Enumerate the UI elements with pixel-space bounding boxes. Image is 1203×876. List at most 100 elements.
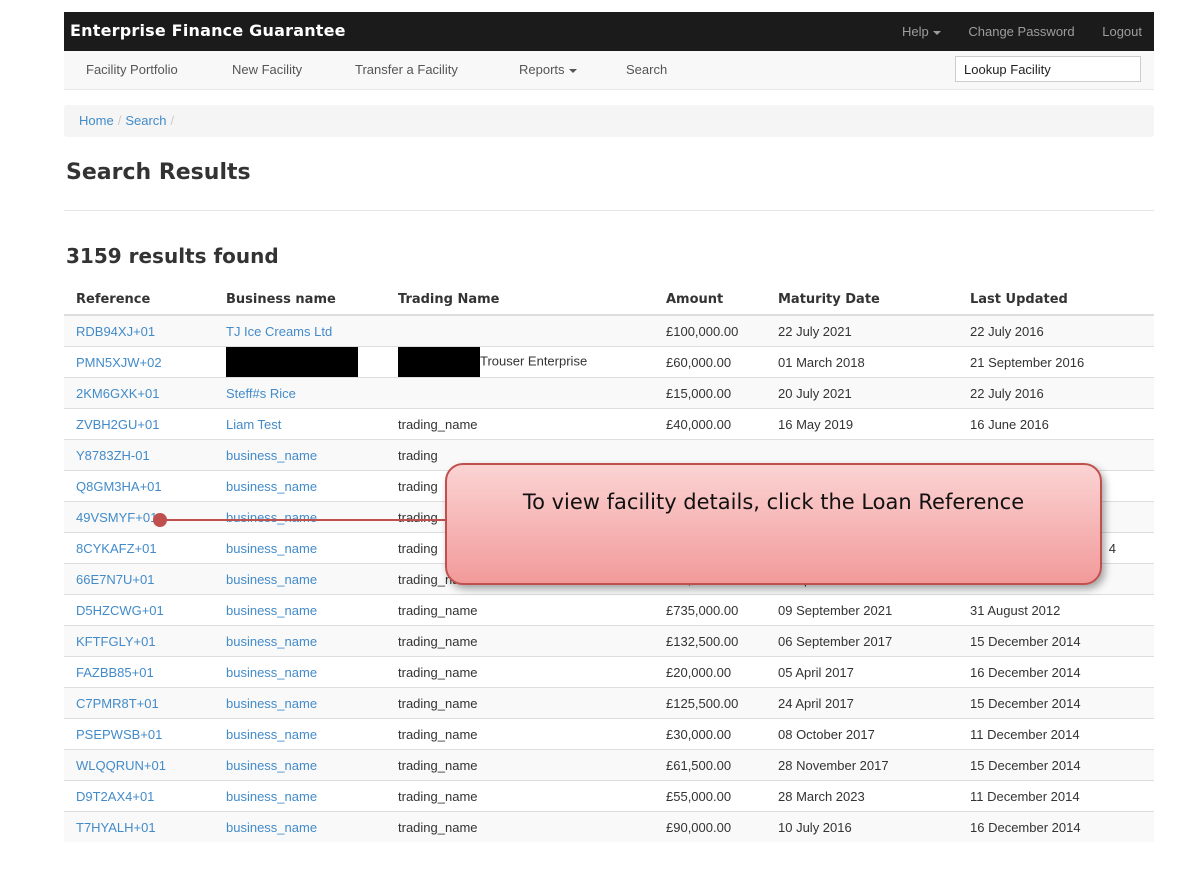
business-name-link[interactable]: business_name — [226, 603, 317, 618]
last-updated-cell: 16 December 2014 — [958, 656, 1154, 688]
loan-reference-link[interactable]: D9T2AX4+01 — [76, 789, 154, 804]
maturity-date-cell: 20 July 2021 — [766, 377, 958, 409]
loan-reference-link[interactable]: ZVBH2GU+01 — [76, 417, 159, 432]
table-row: PSEPWSB+01 business_name trading_name £3… — [64, 718, 1154, 750]
table-row: D5HZCWG+01 business_name trading_name £7… — [64, 594, 1154, 626]
business-name-link[interactable]: business_name — [226, 820, 317, 835]
last-updated-cell: 31 August 2012 — [958, 594, 1154, 626]
trading-name-cell: trading_name — [386, 594, 654, 626]
loan-reference-link[interactable]: PSEPWSB+01 — [76, 727, 162, 742]
maturity-date-cell: 22 July 2021 — [766, 314, 958, 347]
business-name-link[interactable]: TJ Ice Creams Ltd — [226, 324, 332, 339]
help-menu[interactable]: Help — [878, 24, 941, 39]
table-row: WLQQRUN+01 business_name trading_name £6… — [64, 749, 1154, 781]
amount-cell: £132,500.00 — [654, 625, 766, 657]
loan-reference-link[interactable]: 8CYKAFZ+01 — [76, 541, 157, 556]
header-trading-name[interactable]: Trading Name — [386, 285, 654, 316]
amount-cell: £20,000.00 — [654, 656, 766, 688]
loan-reference-link[interactable]: WLQQRUN+01 — [76, 758, 166, 773]
table-row: KFTFGLY+01 business_name trading_name £1… — [64, 625, 1154, 657]
last-updated-cell: 16 June 2016 — [958, 408, 1154, 440]
app-brand[interactable]: Enterprise Finance Guarantee — [70, 21, 346, 40]
business-name-link[interactable]: business_name — [226, 634, 317, 649]
loan-reference-link[interactable]: RDB94XJ+01 — [76, 324, 155, 339]
loan-reference-link[interactable]: FAZBB85+01 — [76, 665, 154, 680]
redaction-block — [398, 347, 480, 377]
business-name-link[interactable]: business_name — [226, 696, 317, 711]
table-row: T7HYALH+01 business_name trading_name £9… — [64, 811, 1154, 842]
loan-reference-link[interactable]: 2KM6GXK+01 — [76, 386, 159, 401]
trading-name-cell: trading_name — [386, 687, 654, 719]
table-row: PMN5XJW+02 Trouser Enterprise £60,000.00… — [64, 346, 1154, 378]
maturity-date-cell: 28 March 2023 — [766, 780, 958, 812]
loan-reference-link[interactable]: PMN5XJW+02 — [76, 355, 162, 370]
header-last-updated[interactable]: Last Updated — [958, 285, 1154, 316]
breadcrumb: Home / Search / — [64, 105, 1154, 137]
last-updated-cell: 16 December 2014 — [958, 811, 1154, 842]
amount-cell: £125,500.00 — [654, 687, 766, 719]
logout-link[interactable]: Logout — [1102, 24, 1142, 39]
business-name-link[interactable]: business_name — [226, 727, 317, 742]
nav-transfer-facility[interactable]: Transfer a Facility — [355, 62, 458, 77]
business-name-link[interactable]: business_name — [226, 789, 317, 804]
trading-name-text: Trouser Enterprise — [480, 353, 588, 369]
breadcrumb-home[interactable]: Home — [79, 113, 114, 128]
business-name-link[interactable]: business_name — [226, 665, 317, 680]
lookup-facility-input[interactable] — [955, 56, 1141, 82]
breadcrumb-search[interactable]: Search — [125, 113, 166, 128]
table-row: RDB94XJ+01 TJ Ice Creams Ltd £100,000.00… — [64, 314, 1154, 347]
amount-cell: £30,000.00 — [654, 718, 766, 750]
change-password-link[interactable]: Change Password — [968, 24, 1074, 39]
business-name-link[interactable]: business_name — [226, 758, 317, 773]
maturity-date-cell: 09 September 2021 — [766, 594, 958, 626]
amount-cell: £60,000.00 — [654, 346, 766, 378]
maturity-date-cell: 28 November 2017 — [766, 749, 958, 781]
nav-search[interactable]: Search — [626, 62, 667, 77]
top-navbar: Enterprise Finance Guarantee Help Change… — [64, 12, 1154, 51]
business-name-cell — [214, 346, 386, 378]
table-row: 2KM6GXK+01 Steff#s Rice £15,000.00 20 Ju… — [64, 377, 1154, 409]
loan-reference-link[interactable]: Y8783ZH-01 — [76, 448, 150, 463]
chevron-down-icon — [932, 30, 941, 35]
header-business-name[interactable]: Business name — [214, 285, 386, 316]
business-name-link[interactable]: business_name — [226, 448, 317, 463]
header-reference[interactable]: Reference — [64, 285, 214, 316]
callout-pointer-dot — [153, 513, 167, 527]
business-name-link[interactable]: Liam Test — [226, 417, 281, 432]
loan-reference-link[interactable]: 49VSMYF+01 — [76, 510, 157, 525]
table-row: D9T2AX4+01 business_name trading_name £5… — [64, 780, 1154, 812]
chevron-down-icon — [568, 68, 577, 73]
loan-reference-link[interactable]: T7HYALH+01 — [76, 820, 156, 835]
header-maturity-date[interactable]: Maturity Date — [766, 285, 958, 316]
last-updated-cell: 11 December 2014 — [958, 718, 1154, 750]
loan-reference-link[interactable]: C7PMR8T+01 — [76, 696, 159, 711]
breadcrumb-separator: / — [117, 113, 122, 128]
redaction-block — [226, 347, 358, 377]
business-name-link[interactable]: business_name — [226, 479, 317, 494]
business-name-link[interactable]: business_name — [226, 541, 317, 556]
nav-new-facility[interactable]: New Facility — [232, 62, 302, 77]
trading-name-cell: trading_name — [386, 811, 654, 842]
business-name-link[interactable]: Steff#s Rice — [226, 386, 296, 401]
table-row: C7PMR8T+01 business_name trading_name £1… — [64, 687, 1154, 719]
trading-name-cell: trading_name — [386, 718, 654, 750]
nav-facility-portfolio[interactable]: Facility Portfolio — [86, 62, 178, 77]
maturity-date-cell: 24 April 2017 — [766, 687, 958, 719]
help-label: Help — [902, 24, 929, 39]
trading-name-cell: trading_name — [386, 656, 654, 688]
page-title: Search Results — [66, 160, 251, 185]
loan-reference-link[interactable]: D5HZCWG+01 — [76, 603, 164, 618]
loan-reference-link[interactable]: Q8GM3HA+01 — [76, 479, 162, 494]
nav-reports[interactable]: Reports — [519, 62, 577, 77]
last-updated-cell: 22 July 2016 — [958, 314, 1154, 347]
divider — [64, 210, 1154, 211]
business-name-link[interactable]: business_name — [226, 572, 317, 587]
business-name-link[interactable]: business_name — [226, 510, 317, 525]
trading-name-cell — [386, 377, 654, 409]
loan-reference-link[interactable]: KFTFGLY+01 — [76, 634, 156, 649]
loan-reference-link[interactable]: 66E7N7U+01 — [76, 572, 154, 587]
header-amount[interactable]: Amount — [654, 285, 766, 316]
last-updated-cell: 21 September 2016 — [958, 346, 1154, 378]
trading-name-cell: trading_name — [386, 625, 654, 657]
table-header-row: Reference Business name Trading Name Amo… — [64, 285, 1154, 316]
